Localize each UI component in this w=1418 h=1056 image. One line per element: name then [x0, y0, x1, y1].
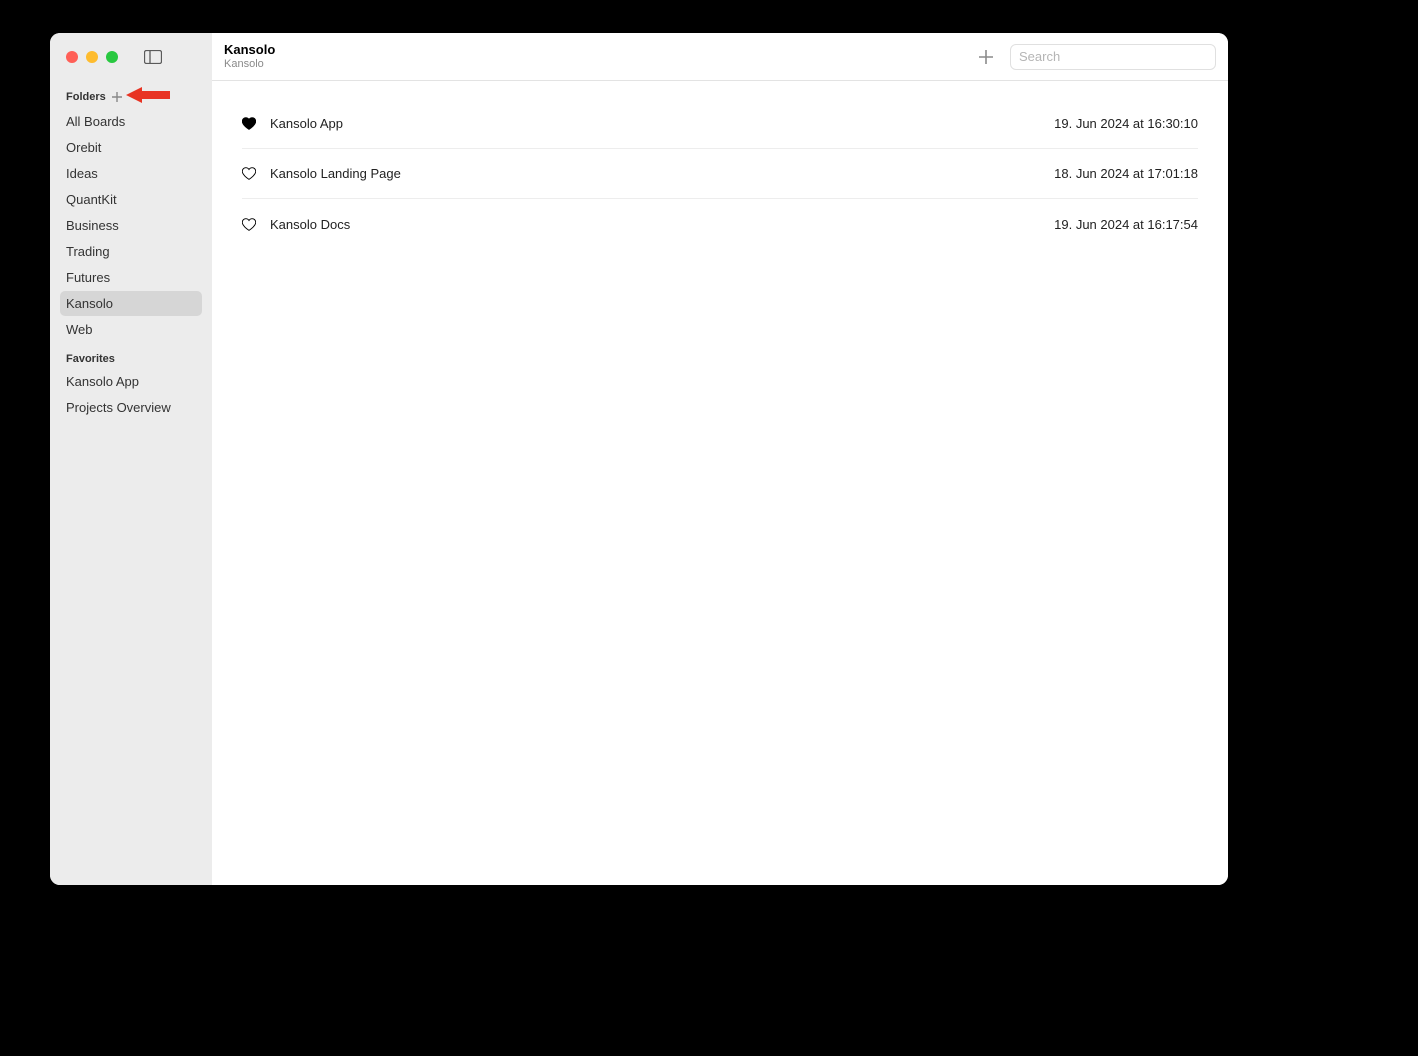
folders-label: Folders	[66, 91, 106, 103]
sidebar: Folders All BoardsOrebitIdeasQuantKitBus…	[50, 33, 212, 885]
board-date: 19. Jun 2024 at 16:17:54	[1054, 217, 1198, 232]
board-row[interactable]: Kansolo App 19. Jun 2024 at 16:30:10	[242, 99, 1198, 149]
page-title: Kansolo	[224, 43, 275, 58]
sidebar-folder-item[interactable]: Orebit	[60, 135, 202, 160]
sidebar-toggle-button[interactable]	[144, 50, 162, 64]
toolbar-right	[974, 44, 1216, 70]
plus-icon	[978, 49, 994, 65]
breadcrumb: Kansolo	[224, 58, 275, 71]
board-title: Kansolo Landing Page	[270, 166, 401, 181]
board-date: 18. Jun 2024 at 17:01:18	[1054, 166, 1198, 181]
board-title: Kansolo App	[270, 116, 343, 131]
fullscreen-window-button[interactable]	[106, 51, 118, 63]
sidebar-folder-item[interactable]: Futures	[60, 265, 202, 290]
favorites-label: Favorites	[66, 353, 115, 365]
sidebar-favorite-item[interactable]: Projects Overview	[60, 395, 202, 420]
boards-list: Kansolo App19. Jun 2024 at 16:30:10Kanso…	[212, 81, 1228, 249]
sidebar-folder-item[interactable]: All Boards	[60, 109, 202, 134]
favorites-list: Kansolo AppProjects Overview	[60, 369, 202, 420]
main-panel: Kansolo Kansolo Kansolo App 19. Jun 2024 …	[212, 33, 1228, 885]
window-controls	[66, 51, 118, 63]
plus-icon	[112, 92, 122, 102]
close-window-button[interactable]	[66, 51, 78, 63]
sidebar-icon	[144, 50, 162, 64]
toolbar: Kansolo Kansolo	[212, 33, 1228, 81]
sidebar-folder-item[interactable]: Ideas	[60, 161, 202, 186]
sidebar-favorite-item[interactable]: Kansolo App	[60, 369, 202, 394]
folders-section-header: Folders	[60, 87, 202, 109]
heart-icon[interactable]	[242, 117, 256, 131]
sidebar-folder-item[interactable]: Trading	[60, 239, 202, 264]
board-row[interactable]: Kansolo Docs 19. Jun 2024 at 16:17:54	[242, 199, 1198, 249]
board-row[interactable]: Kansolo Landing Page 18. Jun 2024 at 17:0…	[242, 149, 1198, 199]
board-title: Kansolo Docs	[270, 217, 350, 232]
sidebar-folder-item[interactable]: Kansolo	[60, 291, 202, 316]
board-date: 19. Jun 2024 at 16:30:10	[1054, 116, 1198, 131]
titlebar-left	[50, 33, 212, 81]
favorites-section-header: Favorites	[60, 343, 202, 369]
sidebar-folder-item[interactable]: Web	[60, 317, 202, 342]
sidebar-folder-item[interactable]: Business	[60, 213, 202, 238]
add-board-button[interactable]	[974, 45, 998, 69]
add-folder-button[interactable]	[112, 92, 122, 102]
heart-icon[interactable]	[242, 167, 256, 181]
sidebar-content: Folders All BoardsOrebitIdeasQuantKitBus…	[50, 81, 212, 421]
title-block: Kansolo Kansolo	[224, 43, 275, 71]
search-input[interactable]	[1010, 44, 1216, 70]
heart-icon[interactable]	[242, 217, 256, 231]
app-window: Folders All BoardsOrebitIdeasQuantKitBus…	[50, 33, 1228, 885]
folders-list: All BoardsOrebitIdeasQuantKitBusinessTra…	[60, 109, 202, 342]
sidebar-folder-item[interactable]: QuantKit	[60, 187, 202, 212]
minimize-window-button[interactable]	[86, 51, 98, 63]
